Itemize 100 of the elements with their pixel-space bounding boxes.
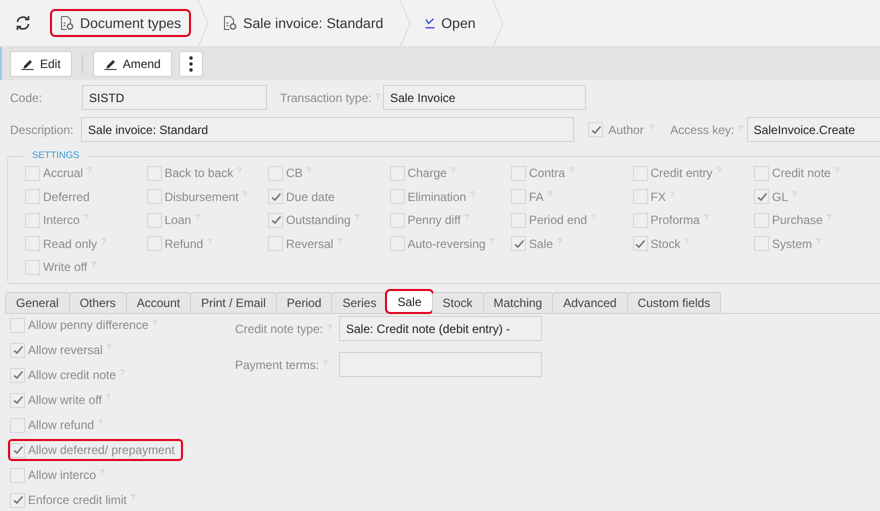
checkbox[interactable] <box>10 392 25 408</box>
help-icon[interactable]: ? <box>207 236 212 246</box>
checkbox[interactable] <box>10 468 25 482</box>
checkbox[interactable] <box>588 122 604 137</box>
help-icon[interactable]: ? <box>106 343 112 352</box>
help-icon[interactable]: ? <box>120 368 124 377</box>
breadcrumb-link[interactable]: Sale invoice: Standard <box>213 9 394 37</box>
help-icon[interactable]: ? <box>327 322 332 332</box>
payment-terms-field[interactable] <box>339 352 542 377</box>
checkbox[interactable] <box>10 342 25 358</box>
help-icon[interactable]: ? <box>738 124 743 132</box>
help-icon[interactable]: ? <box>704 213 708 222</box>
help-icon[interactable]: ? <box>337 236 342 246</box>
checkbox[interactable] <box>632 212 648 228</box>
checkbox[interactable] <box>146 236 162 251</box>
checkbox[interactable] <box>10 368 25 382</box>
help-icon[interactable]: ? <box>101 236 106 246</box>
checkbox[interactable] <box>268 166 283 180</box>
tab[interactable]: Sale <box>386 290 432 313</box>
help-icon[interactable]: ? <box>490 236 494 246</box>
tab[interactable]: Series <box>331 292 388 313</box>
checkbox[interactable] <box>146 212 162 228</box>
checkbox[interactable] <box>632 166 648 180</box>
description-field[interactable]: Sale invoice: Standard <box>81 117 574 142</box>
help-icon[interactable]: ? <box>557 236 562 246</box>
help-icon[interactable]: ? <box>650 123 654 132</box>
help-icon[interactable]: ? <box>470 190 475 198</box>
checkbox[interactable] <box>390 212 404 228</box>
checkbox[interactable] <box>754 236 769 251</box>
help-icon[interactable]: ? <box>548 190 552 198</box>
breadcrumb-link[interactable]: Open <box>415 9 486 37</box>
tab[interactable]: Print / Email <box>190 292 277 313</box>
checkbox[interactable] <box>390 166 404 180</box>
help-icon[interactable]: ? <box>670 190 674 198</box>
checkbox[interactable] <box>268 189 283 204</box>
help-icon[interactable]: ? <box>100 468 104 477</box>
help-icon[interactable]: ? <box>98 418 102 427</box>
tab[interactable]: Stock <box>432 292 484 313</box>
help-icon[interactable]: ? <box>354 213 360 222</box>
tab[interactable]: Matching <box>482 292 554 313</box>
checkbox[interactable] <box>390 236 404 251</box>
help-icon[interactable]: ? <box>130 493 136 502</box>
checkbox[interactable] <box>146 166 162 180</box>
help-icon[interactable]: ? <box>306 166 312 175</box>
tab[interactable]: General <box>5 292 70 313</box>
checkbox[interactable] <box>754 189 769 204</box>
refresh-icon[interactable] <box>15 15 31 31</box>
tab[interactable]: Account <box>126 292 192 313</box>
credit-note-type-field[interactable]: Sale: Credit note (debit entry) - <box>339 316 542 341</box>
tab[interactable]: Advanced <box>552 292 628 313</box>
checkbox[interactable] <box>511 189 526 204</box>
checkbox[interactable] <box>754 212 769 228</box>
checkbox[interactable] <box>511 166 526 180</box>
help-icon[interactable]: ? <box>716 166 721 175</box>
checkbox[interactable] <box>268 212 283 228</box>
breadcrumb-link[interactable]: Document types <box>50 9 192 37</box>
help-icon[interactable]: ? <box>84 213 88 222</box>
checkbox[interactable] <box>146 189 162 204</box>
tab[interactable]: Custom fields <box>626 292 722 313</box>
help-icon[interactable]: ? <box>834 166 840 175</box>
checkbox[interactable] <box>25 236 40 251</box>
help-icon[interactable]: ? <box>464 213 470 222</box>
help-icon[interactable]: ? <box>87 166 92 175</box>
checkbox[interactable] <box>754 166 769 180</box>
help-icon[interactable]: ? <box>376 92 380 100</box>
checkbox[interactable] <box>390 189 404 204</box>
tab[interactable]: Others <box>68 292 127 313</box>
help-icon[interactable]: ? <box>237 166 242 175</box>
help-icon[interactable]: ? <box>242 190 247 198</box>
checkbox[interactable] <box>632 189 648 204</box>
transaction-type-field[interactable]: Sale Invoice <box>383 85 586 110</box>
help-icon[interactable]: ? <box>91 260 96 269</box>
code-field[interactable]: SISTD <box>82 85 267 110</box>
help-icon[interactable]: ? <box>106 393 110 402</box>
checkbox[interactable] <box>25 189 40 204</box>
checkbox[interactable] <box>268 236 283 251</box>
checkbox[interactable] <box>511 212 526 228</box>
tab[interactable]: Period <box>276 292 332 313</box>
help-icon[interactable]: ? <box>569 166 574 175</box>
more-button[interactable] <box>178 50 203 76</box>
help-icon[interactable]: ? <box>450 166 456 175</box>
help-icon[interactable]: ? <box>684 236 689 246</box>
help-icon[interactable]: ? <box>152 318 157 327</box>
checkbox[interactable] <box>10 442 25 458</box>
checkbox[interactable] <box>632 236 648 251</box>
help-icon[interactable]: ? <box>792 190 796 198</box>
help-icon[interactable]: ? <box>591 213 596 222</box>
help-icon[interactable]: ? <box>195 213 200 222</box>
checkbox[interactable] <box>10 418 25 432</box>
help-icon[interactable]: ? <box>826 213 832 222</box>
help-icon[interactable]: ? <box>323 358 328 368</box>
access-key-field[interactable]: SaleInvoice.Create <box>746 117 880 142</box>
checkbox[interactable] <box>25 166 40 180</box>
edit-button[interactable]: Edit <box>10 50 72 76</box>
checkbox[interactable] <box>25 260 40 274</box>
help-icon[interactable]: ? <box>816 236 820 246</box>
amend-button[interactable]: Amend <box>92 50 172 76</box>
checkbox[interactable] <box>25 212 40 228</box>
checkbox[interactable] <box>10 318 25 332</box>
checkbox[interactable] <box>10 492 25 508</box>
